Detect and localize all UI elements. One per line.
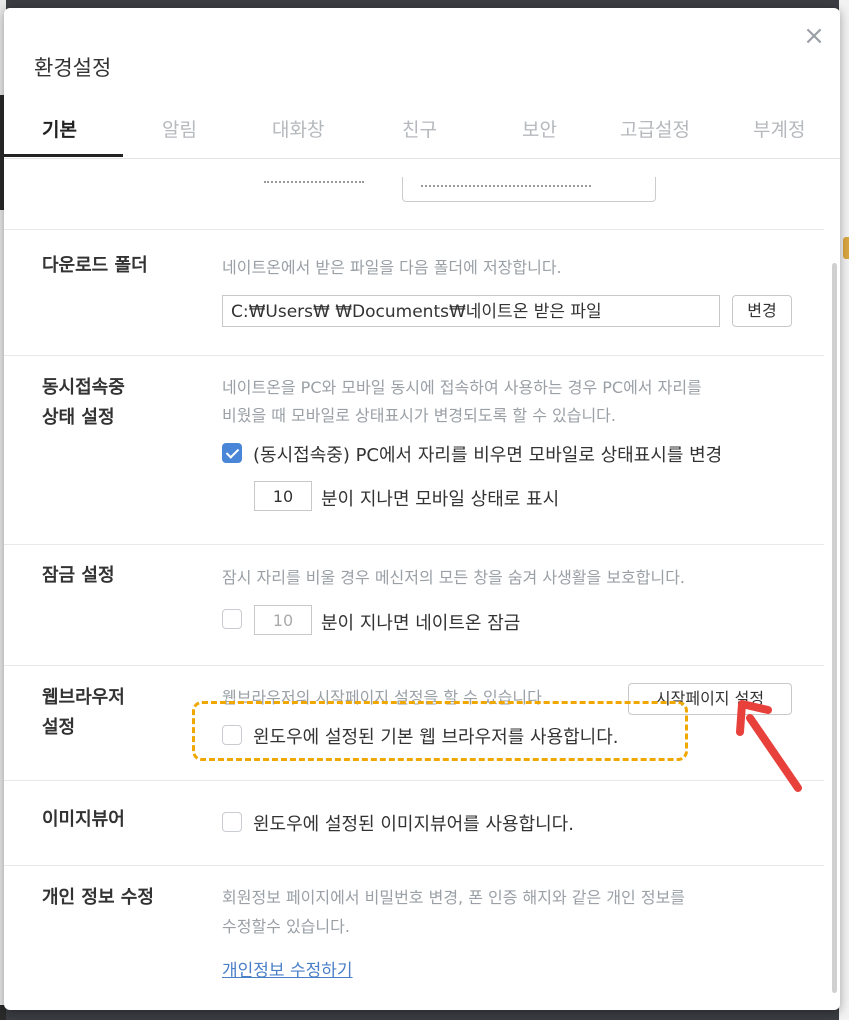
tab-chat-window[interactable]: 대화창 xyxy=(272,115,324,142)
dialog-title: 환경설정 xyxy=(34,56,112,80)
background-window-right-edge xyxy=(839,0,849,1020)
lock-checkbox[interactable] xyxy=(222,609,242,629)
scrolled-off-select-text xyxy=(421,185,591,191)
concurrent-status-checkbox[interactable] xyxy=(222,443,242,463)
browser-label-line1: 웹브라우저 xyxy=(42,687,125,708)
content-scrollbar[interactable] xyxy=(832,263,837,993)
browser-label-line2: 설정 xyxy=(42,717,76,738)
privacy-desc-line2: 수정할수 있습니다. xyxy=(222,917,350,936)
concurrent-minutes-input[interactable]: 10 xyxy=(254,481,312,511)
concurrent-minutes-suffix: 분이 지나면 모바일 상태로 표시 xyxy=(321,489,560,510)
privacy-desc-line1: 회원정보 페이지에서 비밀번호 변경, 폰 인증 해지와 같은 개인 정보를 xyxy=(222,888,686,907)
red-arrow-annotation xyxy=(736,700,802,792)
image-viewer-label: 이미지뷰어 xyxy=(42,809,125,830)
image-viewer-checkbox-label: 윈도우에 설정된 이미지뷰어를 사용합니다. xyxy=(253,814,574,835)
tab-basic[interactable]: 기본 xyxy=(42,115,77,142)
tab-bar: 기본 알림 대화창 친구 보안 고급설정 부계정 xyxy=(4,108,840,159)
concurrent-status-checkbox-label: (동시접속중) PC에서 자리를 비우면 모바일로 상태표시를 변경 xyxy=(253,445,723,466)
privacy-label: 개인 정보 수정 xyxy=(42,887,154,908)
concurrent-desc-line1: 네이트온을 PC와 모바일 동시에 접속하여 사용하는 경우 PC에서 자리를 xyxy=(222,378,702,397)
scrolled-off-select[interactable] xyxy=(402,177,656,202)
lock-label: 잠금 설정 xyxy=(42,565,115,586)
download-path-field[interactable]: C:₩Users₩ ₩Documents₩네이트온 받은 파일 xyxy=(222,295,720,327)
tab-notifications[interactable]: 알림 xyxy=(162,115,197,142)
lock-minutes-suffix: 분이 지나면 네이트온 잠금 xyxy=(321,613,521,634)
lock-minutes-input[interactable]: 10 xyxy=(254,605,312,635)
highlight-annotation xyxy=(192,701,688,761)
background-badge xyxy=(843,237,849,259)
settings-content: 다운로드 폴더 네이트온에서 받은 파일을 다음 폴더에 저장합니다. C:₩U… xyxy=(4,159,824,1010)
lock-section: 잠금 설정 잠시 자리를 비울 경우 메신저의 모든 창을 숨겨 사생활을 보호… xyxy=(4,545,824,666)
close-button[interactable]: × xyxy=(800,22,828,50)
image-viewer-checkbox[interactable] xyxy=(222,812,242,832)
tab-security[interactable]: 보안 xyxy=(522,115,557,142)
active-tab-indicator xyxy=(4,154,123,157)
download-folder-label: 다운로드 폴더 xyxy=(42,255,148,276)
scrolled-off-label xyxy=(264,181,364,187)
edit-privacy-link[interactable]: 개인정보 수정하기 xyxy=(222,956,353,981)
concurrent-desc-line2: 비웠을 때 모바일로 상태표시가 변경되도록 할 수 있습니다. xyxy=(222,406,616,425)
download-folder-section: 다운로드 폴더 네이트온에서 받은 파일을 다음 폴더에 저장합니다. xyxy=(4,229,824,356)
concurrent-label-line2: 상태 설정 xyxy=(42,407,115,428)
change-folder-button[interactable]: 변경 xyxy=(732,295,792,327)
tab-sub-account[interactable]: 부계정 xyxy=(753,115,805,142)
settings-dialog: 환경설정 × 기본 알림 대화창 친구 보안 고급설정 부계정 다운로드 폴더 … xyxy=(4,8,840,1010)
concurrent-label-line1: 동시접속중 xyxy=(42,377,125,398)
download-folder-desc: 네이트온에서 받은 파일을 다음 폴더에 저장합니다. xyxy=(222,258,562,277)
scrolled-off-row xyxy=(4,159,824,230)
tab-advanced[interactable]: 고급설정 xyxy=(620,115,690,142)
lock-desc: 잠시 자리를 비울 경우 메신저의 모든 창을 숨겨 사생활을 보호합니다. xyxy=(222,568,686,587)
tab-friends[interactable]: 친구 xyxy=(402,115,437,142)
